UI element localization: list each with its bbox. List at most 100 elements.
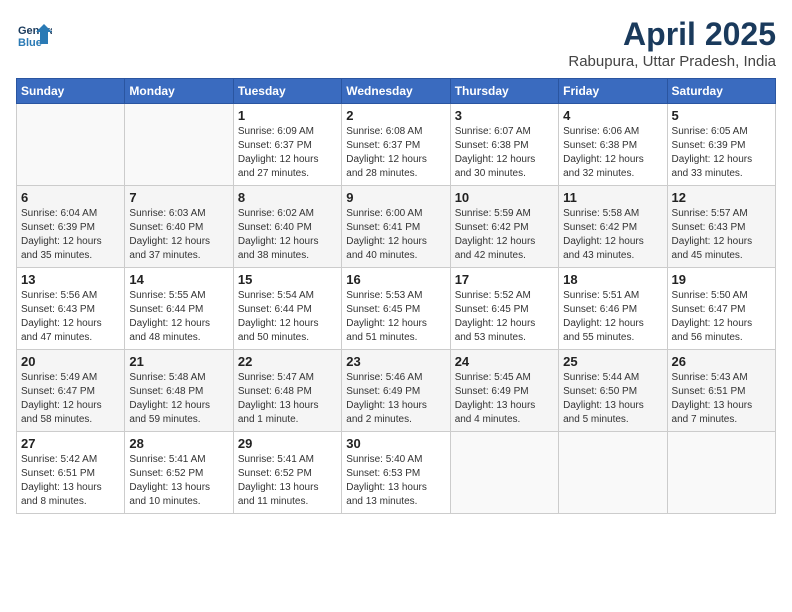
day-number: 15 — [238, 272, 337, 287]
calendar-cell: 27 Sunrise: 5:42 AM Sunset: 6:51 PM Dayli… — [17, 432, 125, 514]
day-detail: Sunrise: 6:03 AM Sunset: 6:40 PM Dayligh… — [129, 207, 228, 263]
day-number: 22 — [238, 354, 337, 369]
calendar-cell: 21Sunrise: 5:48 AM Sunset: 6:48 PM Dayli… — [125, 350, 233, 432]
day-detail: Sunrise: 5:42 AM Sunset: 6:51 PM Dayligh… — [21, 453, 120, 509]
calendar-table: SundayMondayTuesdayWednesdayThursdayFrid… — [16, 78, 776, 514]
col-header-monday: Monday — [125, 79, 233, 104]
day-detail: Sunrise: 5:47 AM Sunset: 6:48 PM Dayligh… — [238, 371, 337, 427]
col-header-thursday: Thursday — [450, 79, 558, 104]
calendar-cell: 14Sunrise: 5:55 AM Sunset: 6:44 PM Dayli… — [125, 268, 233, 350]
day-number: 8 — [238, 190, 337, 205]
day-detail: Sunrise: 5:58 AM Sunset: 6:42 PM Dayligh… — [563, 207, 662, 263]
title-block: April 2025 Rabupura, Uttar Pradesh, Indi… — [568, 16, 776, 70]
calendar-cell: 13Sunrise: 5:56 AM Sunset: 6:43 PM Dayli… — [17, 268, 125, 350]
calendar-cell: 4Sunrise: 6:06 AM Sunset: 6:38 PM Daylig… — [559, 104, 667, 186]
calendar-cell: 26 Sunrise: 5:43 AM Sunset: 6:51 PM Dayli… — [667, 350, 775, 432]
day-number: 28 — [129, 436, 228, 451]
day-number: 26 — [672, 354, 771, 369]
day-number: 30 — [346, 436, 445, 451]
day-number: 16 — [346, 272, 445, 287]
day-number: 24 — [455, 354, 554, 369]
day-detail: Sunrise: 6:08 AM Sunset: 6:37 PM Dayligh… — [346, 125, 445, 181]
calendar-cell: 28Sunrise: 5:41 AM Sunset: 6:52 PM Dayli… — [125, 432, 233, 514]
day-number: 2 — [346, 108, 445, 123]
calendar-cell: 7 Sunrise: 6:03 AM Sunset: 6:40 PM Daylig… — [125, 186, 233, 268]
day-detail: Sunrise: 5:45 AM Sunset: 6:49 PM Dayligh… — [455, 371, 554, 427]
day-detail: Sunrise: 6:05 AM Sunset: 6:39 PM Dayligh… — [672, 125, 771, 181]
day-number: 27 — [21, 436, 120, 451]
day-detail: Sunrise: 5:48 AM Sunset: 6:48 PM Dayligh… — [129, 371, 228, 427]
calendar-cell: 24 Sunrise: 5:45 AM Sunset: 6:49 PM Dayli… — [450, 350, 558, 432]
calendar-cell: 19 Sunrise: 5:50 AM Sunset: 6:47 PM Dayli… — [667, 268, 775, 350]
calendar-cell: 8 Sunrise: 6:02 AM Sunset: 6:40 PM Daylig… — [233, 186, 341, 268]
svg-text:Blue: Blue — [18, 37, 42, 49]
day-detail: Sunrise: 5:44 AM Sunset: 6:50 PM Dayligh… — [563, 371, 662, 427]
day-detail: Sunrise: 5:51 AM Sunset: 6:46 PM Dayligh… — [563, 289, 662, 345]
calendar-week-2: 6Sunrise: 6:04 AM Sunset: 6:39 PM Daylig… — [17, 186, 776, 268]
day-detail: Sunrise: 5:40 AM Sunset: 6:53 PM Dayligh… — [346, 453, 445, 509]
calendar-cell: 12Sunrise: 5:57 AM Sunset: 6:43 PM Dayli… — [667, 186, 775, 268]
col-header-friday: Friday — [559, 79, 667, 104]
calendar-cell: 15 Sunrise: 5:54 AM Sunset: 6:44 PM Dayli… — [233, 268, 341, 350]
day-detail: Sunrise: 5:41 AM Sunset: 6:52 PM Dayligh… — [238, 453, 337, 509]
day-number: 17 — [455, 272, 554, 287]
day-number: 6 — [21, 190, 120, 205]
calendar-cell: 16 Sunrise: 5:53 AM Sunset: 6:45 PM Dayli… — [342, 268, 450, 350]
calendar-cell — [559, 432, 667, 514]
col-header-sunday: Sunday — [17, 79, 125, 104]
day-detail: Sunrise: 5:49 AM Sunset: 6:47 PM Dayligh… — [21, 371, 120, 427]
calendar-cell: 3Sunrise: 6:07 AM Sunset: 6:38 PM Daylig… — [450, 104, 558, 186]
day-number: 13 — [21, 272, 120, 287]
calendar-week-4: 20 Sunrise: 5:49 AM Sunset: 6:47 PM Dayli… — [17, 350, 776, 432]
day-number: 23 — [346, 354, 445, 369]
col-header-tuesday: Tuesday — [233, 79, 341, 104]
calendar-cell: 17 Sunrise: 5:52 AM Sunset: 6:45 PM Dayli… — [450, 268, 558, 350]
day-number: 12 — [672, 190, 771, 205]
calendar-cell: 10 Sunrise: 5:59 AM Sunset: 6:42 PM Dayli… — [450, 186, 558, 268]
day-number: 10 — [455, 190, 554, 205]
logo-icon: General Blue — [16, 16, 52, 52]
day-number: 5 — [672, 108, 771, 123]
day-number: 4 — [563, 108, 662, 123]
calendar-cell — [450, 432, 558, 514]
day-number: 3 — [455, 108, 554, 123]
calendar-week-5: 27 Sunrise: 5:42 AM Sunset: 6:51 PM Dayli… — [17, 432, 776, 514]
col-header-saturday: Saturday — [667, 79, 775, 104]
day-detail: Sunrise: 5:52 AM Sunset: 6:45 PM Dayligh… — [455, 289, 554, 345]
calendar-cell: 20 Sunrise: 5:49 AM Sunset: 6:47 PM Dayli… — [17, 350, 125, 432]
calendar-cell: 11Sunrise: 5:58 AM Sunset: 6:42 PM Dayli… — [559, 186, 667, 268]
calendar-cell: 18 Sunrise: 5:51 AM Sunset: 6:46 PM Dayli… — [559, 268, 667, 350]
calendar-cell: 9 Sunrise: 6:00 AM Sunset: 6:41 PM Daylig… — [342, 186, 450, 268]
calendar-header-row: SundayMondayTuesdayWednesdayThursdayFrid… — [17, 79, 776, 104]
calendar-cell: 23 Sunrise: 5:46 AM Sunset: 6:49 PM Dayli… — [342, 350, 450, 432]
day-detail: Sunrise: 6:02 AM Sunset: 6:40 PM Dayligh… — [238, 207, 337, 263]
calendar-cell — [667, 432, 775, 514]
day-number: 1 — [238, 108, 337, 123]
day-number: 20 — [21, 354, 120, 369]
calendar-cell: 30 Sunrise: 5:40 AM Sunset: 6:53 PM Dayli… — [342, 432, 450, 514]
calendar-cell: 29Sunrise: 5:41 AM Sunset: 6:52 PM Dayli… — [233, 432, 341, 514]
day-number: 18 — [563, 272, 662, 287]
day-number: 25 — [563, 354, 662, 369]
day-detail: Sunrise: 6:00 AM Sunset: 6:41 PM Dayligh… — [346, 207, 445, 263]
calendar-week-1: 1 Sunrise: 6:09 AM Sunset: 6:37 PM Daylig… — [17, 104, 776, 186]
day-detail: Sunrise: 5:54 AM Sunset: 6:44 PM Dayligh… — [238, 289, 337, 345]
day-detail: Sunrise: 5:59 AM Sunset: 6:42 PM Dayligh… — [455, 207, 554, 263]
calendar-title: April 2025 — [568, 16, 776, 53]
calendar-cell: 1 Sunrise: 6:09 AM Sunset: 6:37 PM Daylig… — [233, 104, 341, 186]
logo: General Blue — [16, 16, 52, 52]
day-detail: Sunrise: 5:55 AM Sunset: 6:44 PM Dayligh… — [129, 289, 228, 345]
day-detail: Sunrise: 5:50 AM Sunset: 6:47 PM Dayligh… — [672, 289, 771, 345]
page-header: General Blue April 2025 Rabupura, Uttar … — [16, 16, 776, 70]
day-number: 7 — [129, 190, 228, 205]
day-detail: Sunrise: 6:09 AM Sunset: 6:37 PM Dayligh… — [238, 125, 337, 181]
calendar-week-3: 13Sunrise: 5:56 AM Sunset: 6:43 PM Dayli… — [17, 268, 776, 350]
day-detail: Sunrise: 5:53 AM Sunset: 6:45 PM Dayligh… — [346, 289, 445, 345]
calendar-cell: 25 Sunrise: 5:44 AM Sunset: 6:50 PM Dayli… — [559, 350, 667, 432]
calendar-cell — [17, 104, 125, 186]
day-number: 9 — [346, 190, 445, 205]
col-header-wednesday: Wednesday — [342, 79, 450, 104]
day-detail: Sunrise: 5:46 AM Sunset: 6:49 PM Dayligh… — [346, 371, 445, 427]
day-detail: Sunrise: 5:43 AM Sunset: 6:51 PM Dayligh… — [672, 371, 771, 427]
day-number: 19 — [672, 272, 771, 287]
